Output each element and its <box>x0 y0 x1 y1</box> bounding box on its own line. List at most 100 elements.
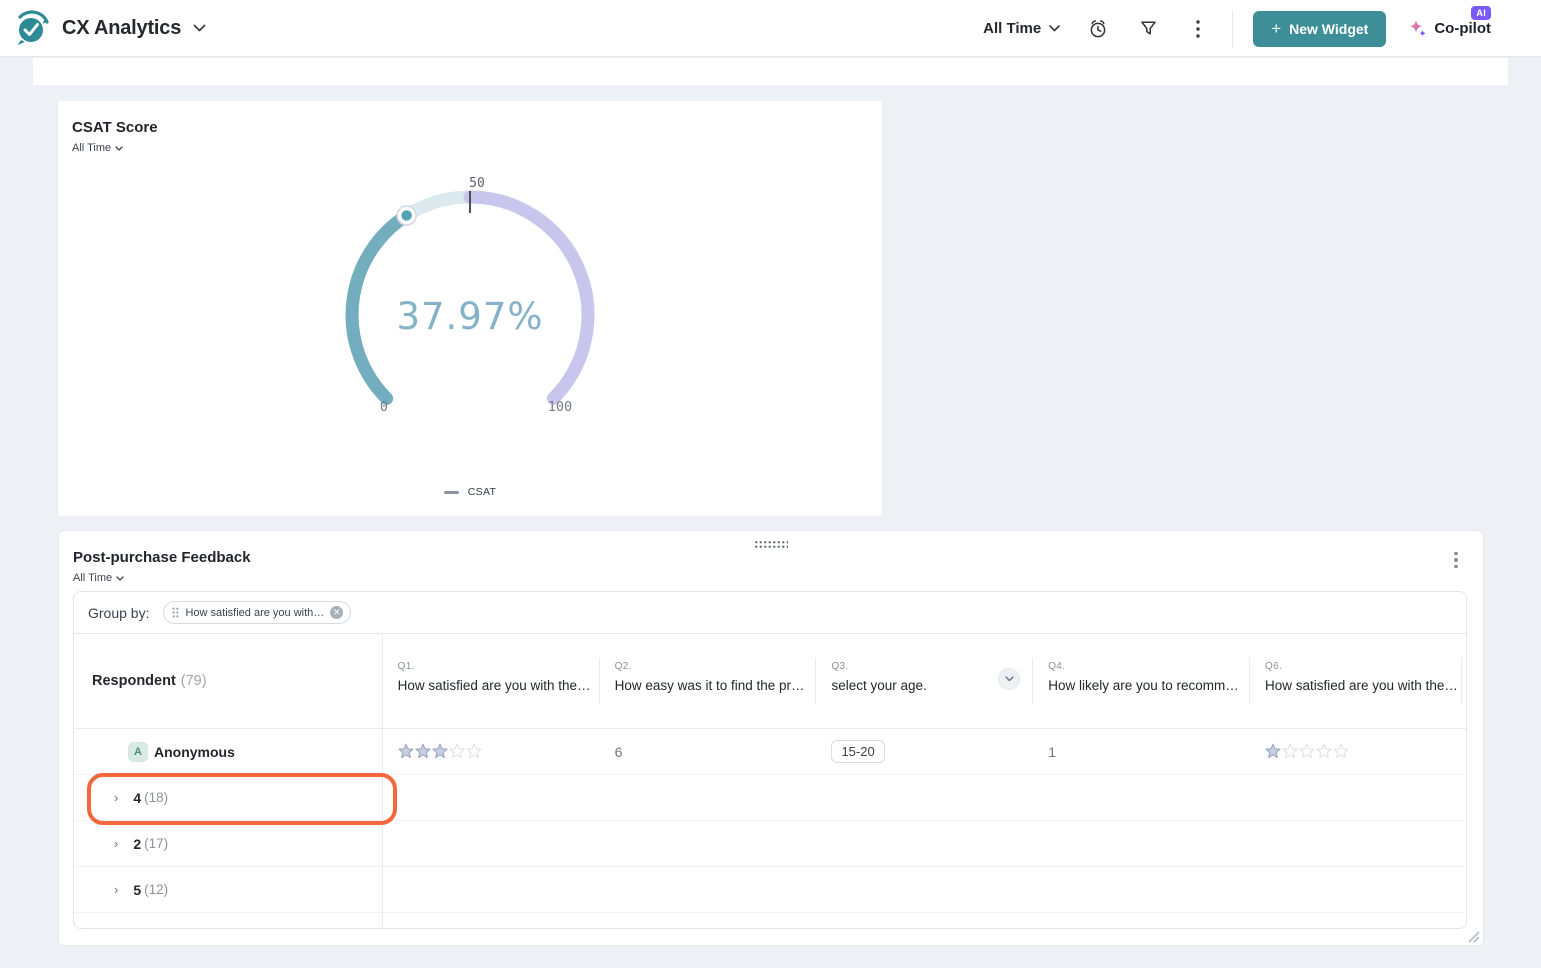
csat-time-filter-label: All Time <box>72 142 111 154</box>
star-rating <box>1265 743 1349 760</box>
app-logo-icon <box>14 9 52 47</box>
csat-score-widget: CSAT Score All Time 50 37.97% 0 100 CSAT <box>58 101 882 516</box>
star-empty-icon <box>449 743 465 760</box>
widget-drag-handle[interactable] <box>754 540 788 549</box>
respondent-name: Anonymous <box>154 744 235 760</box>
svg-text:0: 0 <box>380 399 388 415</box>
column-header-q3: Q3. select your age. <box>815 634 1032 728</box>
svg-text:100: 100 <box>548 399 572 415</box>
star-filled-icon <box>398 743 414 760</box>
cell-q3-value: 15-20 <box>815 740 1032 763</box>
group-row-5[interactable]: › 5 (12) <box>74 867 1466 913</box>
cell-q6-rating <box>1249 743 1466 760</box>
respondent-column-header: Respondent (79) <box>74 634 382 728</box>
group-by-bar: Group by: How satisfied are you with… ✕ <box>74 592 1466 634</box>
q6-label: How satisfied are you with the… <box>1265 678 1456 693</box>
group-value: 5 <box>133 882 141 898</box>
partial-widget-above <box>33 58 1508 85</box>
q3-label: select your age. <box>831 678 1022 693</box>
alerts-button[interactable] <box>1086 17 1110 41</box>
group-value: 2 <box>133 836 141 852</box>
new-widget-label: New Widget <box>1289 21 1368 37</box>
table-header-row: Respondent (79) Q1. How satisfied are yo… <box>74 634 1466 729</box>
resize-handle[interactable] <box>1466 929 1480 943</box>
copilot-button[interactable]: Co-pilot <box>1408 19 1491 39</box>
widget-menu-button[interactable] <box>1447 549 1465 571</box>
plus-icon: + <box>1271 20 1281 37</box>
star-empty-icon <box>1282 743 1298 760</box>
star-empty-icon <box>1316 743 1332 760</box>
new-widget-button[interactable]: + New Widget <box>1253 11 1386 47</box>
legend-label: CSAT <box>468 486 496 498</box>
cell-q1-rating <box>382 743 599 760</box>
q4-value: 1 <box>1048 744 1056 760</box>
csat-time-filter[interactable]: All Time <box>72 142 123 154</box>
app-title: CX Analytics <box>62 17 181 40</box>
group-cell: › 4 (18) <box>74 790 382 806</box>
more-options-button[interactable] <box>1186 17 1210 41</box>
feedback-time-filter-label: All Time <box>73 572 112 584</box>
partial-row <box>74 913 1466 929</box>
chip-close-icon[interactable]: ✕ <box>330 606 343 619</box>
expand-chevron-icon[interactable]: › <box>114 883 118 896</box>
star-filled-icon <box>415 743 431 760</box>
q6-number: Q6. <box>1265 661 1456 672</box>
feedback-time-filter[interactable]: All Time <box>73 572 124 584</box>
respondent-header-label: Respondent <box>92 673 176 689</box>
q1-label: How satisfied are you with the… <box>398 678 589 693</box>
ai-badge: AI <box>1471 6 1491 20</box>
global-time-filter-label: All Time <box>983 20 1041 37</box>
chevron-down-icon <box>116 576 124 581</box>
star-empty-icon <box>466 743 482 760</box>
q2-label: How easy was it to find the pr… <box>615 678 806 693</box>
group-row-4[interactable]: › 4 (18) <box>74 775 1466 821</box>
q2-value: 6 <box>615 744 623 760</box>
q4-label: How likely are you to recomm… <box>1048 678 1239 693</box>
expand-chevron-icon[interactable]: › <box>114 791 118 804</box>
chevron-down-icon <box>115 146 123 151</box>
global-time-filter[interactable]: All Time <box>983 20 1060 37</box>
group-cell: › 5 (12) <box>74 882 382 898</box>
group-row-2[interactable]: › 2 (17) <box>74 821 1466 867</box>
cell-q4-value: 1 <box>1032 744 1249 760</box>
age-chip: 15-20 <box>831 740 884 763</box>
cell-q2-value: 6 <box>599 744 816 760</box>
chevron-down-icon <box>1049 25 1060 32</box>
dashboard-page: CX Analytics All Time <box>0 0 1541 968</box>
column-header-q6: Q6. How satisfied are you with the… <box>1249 634 1466 728</box>
group-count: (12) <box>144 882 168 897</box>
header-actions: All Time <box>983 0 1491 57</box>
star-empty-icon <box>1299 743 1315 760</box>
group-count: (17) <box>144 836 168 851</box>
legend-dash-icon <box>444 491 459 494</box>
app-header: CX Analytics All Time <box>0 0 1541 57</box>
filter-button[interactable] <box>1136 17 1160 41</box>
expand-chevron-icon[interactable]: › <box>114 837 118 850</box>
drag-handle-icon <box>172 607 179 618</box>
feedback-widget-title: Post-purchase Feedback <box>73 549 251 566</box>
q1-number: Q1. <box>398 661 589 672</box>
alarm-clock-icon <box>1088 19 1108 39</box>
csat-legend[interactable]: CSAT <box>58 486 882 498</box>
group-cell: › 2 (17) <box>74 836 382 852</box>
respondent-row-anonymous[interactable]: A Anonymous 6 15-20 1 <box>74 729 1466 775</box>
post-purchase-feedback-widget: Post-purchase Feedback All Time Group by… <box>58 530 1484 946</box>
copilot-label: Co-pilot <box>1434 20 1491 37</box>
column-header-q1: Q1. How satisfied are you with the… <box>382 634 599 728</box>
chevron-down-icon <box>1005 676 1014 682</box>
star-empty-icon <box>1333 743 1349 760</box>
star-filled-icon <box>1265 743 1281 760</box>
group-count: (18) <box>144 790 168 805</box>
respondent-count: (79) <box>181 673 207 689</box>
q4-number: Q4. <box>1048 661 1239 672</box>
group-by-chip[interactable]: How satisfied are you with… ✕ <box>163 601 351 624</box>
svg-text:37.97%: 37.97% <box>396 295 543 338</box>
sparkles-icon <box>1408 19 1428 39</box>
funnel-icon <box>1140 20 1157 37</box>
app-switcher-chevron-icon[interactable] <box>193 24 206 32</box>
svg-text:50: 50 <box>469 176 485 191</box>
star-rating <box>398 743 482 760</box>
header-divider <box>1232 10 1233 48</box>
column-header-q4: Q4. How likely are you to recomm… <box>1032 634 1249 728</box>
csat-widget-title: CSAT Score <box>72 119 158 136</box>
